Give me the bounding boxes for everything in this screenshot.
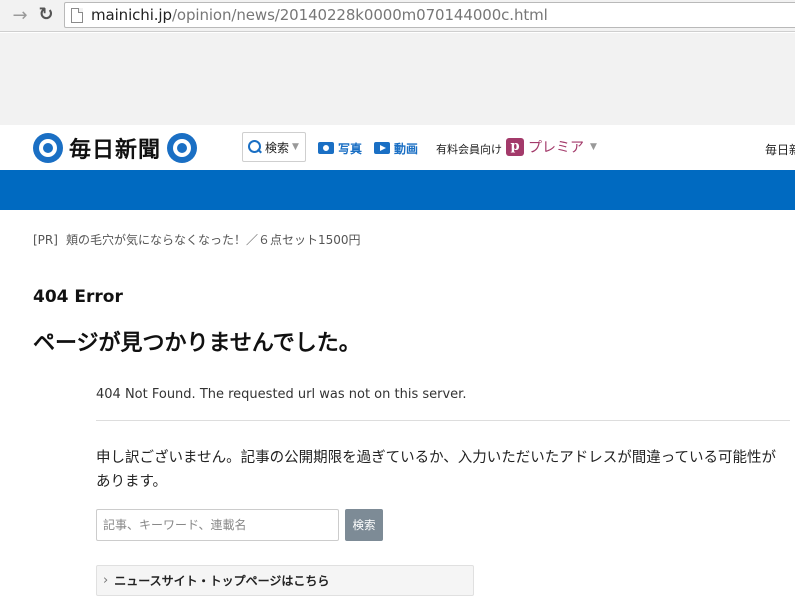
premier-label: プレミア — [528, 140, 584, 156]
photo-link[interactable]: 写真 — [318, 139, 362, 157]
premier-menu[interactable]: p プレミア ▼ — [506, 137, 597, 157]
browser-toolbar: → ↻ mainichi.jp/opinion/news/20140228k00… — [0, 0, 795, 32]
url-host: mainichi.jp — [91, 6, 172, 24]
search-input[interactable] — [96, 509, 339, 541]
top-page-link-label: ニュースサイト・トップページはこちら — [114, 574, 330, 588]
site-logo[interactable]: 毎日新聞 — [33, 133, 198, 163]
logo-text: 毎日新聞 — [69, 137, 162, 163]
page-title: ページが見つかりませんでした。 — [33, 331, 361, 356]
divider — [96, 420, 790, 421]
search-icon — [248, 140, 262, 154]
logo-emblem-icon — [167, 133, 198, 163]
header-search-button[interactable]: 検索 ▼ — [242, 132, 306, 162]
error-code-heading: 404 Error — [33, 287, 123, 307]
top-page-link[interactable]: › ニュースサイト・トップページはこちら — [96, 565, 474, 596]
reload-icon[interactable]: ↻ — [36, 5, 56, 25]
site-header: 毎日新聞 検索 ▼ 写真 動画 有料会員向け p プレミア ▼ 毎日新 — [0, 125, 795, 170]
header-search-label: 検索 — [265, 140, 290, 155]
pr-text: 頬の毛穴が気にならなくなった！／６点セット1500円 — [65, 233, 361, 247]
dropdown-caret-icon: ▼ — [590, 142, 597, 152]
page-icon — [71, 8, 83, 23]
search-button[interactable]: 検索 — [345, 509, 383, 541]
paid-members-label: 有料会員向け — [436, 143, 502, 156]
pr-ad[interactable]: [PR] 頬の毛穴が気にならなくなった！／６点セット1500円 — [33, 231, 360, 248]
camera-icon — [318, 142, 334, 154]
url-text: mainichi.jp/opinion/news/20140228k0000m0… — [91, 6, 548, 25]
ad-space — [0, 33, 795, 125]
photo-label: 写真 — [338, 141, 363, 156]
chevron-right-icon: › — [103, 573, 109, 588]
apology-message: 申し訳ございません。記事の公開期限を過ぎているか、入力いただいたアドレスが間違っ… — [96, 450, 777, 490]
url-path: /opinion/news/20140228k0000m070144000c.h… — [171, 6, 548, 24]
address-bar[interactable]: mainichi.jp/opinion/news/20140228k0000m0… — [64, 2, 795, 28]
video-link[interactable]: 動画 — [374, 139, 418, 157]
not-found-message: 404 Not Found. The requested url was not… — [96, 387, 467, 402]
header-right-link[interactable]: 毎日新 — [765, 141, 795, 158]
video-icon — [374, 142, 390, 154]
premier-logo-icon: p — [506, 138, 524, 156]
nav-bar — [0, 170, 795, 210]
forward-arrow-icon[interactable]: → — [10, 6, 30, 26]
logo-emblem-icon — [33, 133, 63, 163]
video-label: 動画 — [394, 141, 419, 156]
pr-tag: [PR] — [33, 233, 58, 247]
dropdown-caret-icon: ▼ — [292, 142, 299, 152]
